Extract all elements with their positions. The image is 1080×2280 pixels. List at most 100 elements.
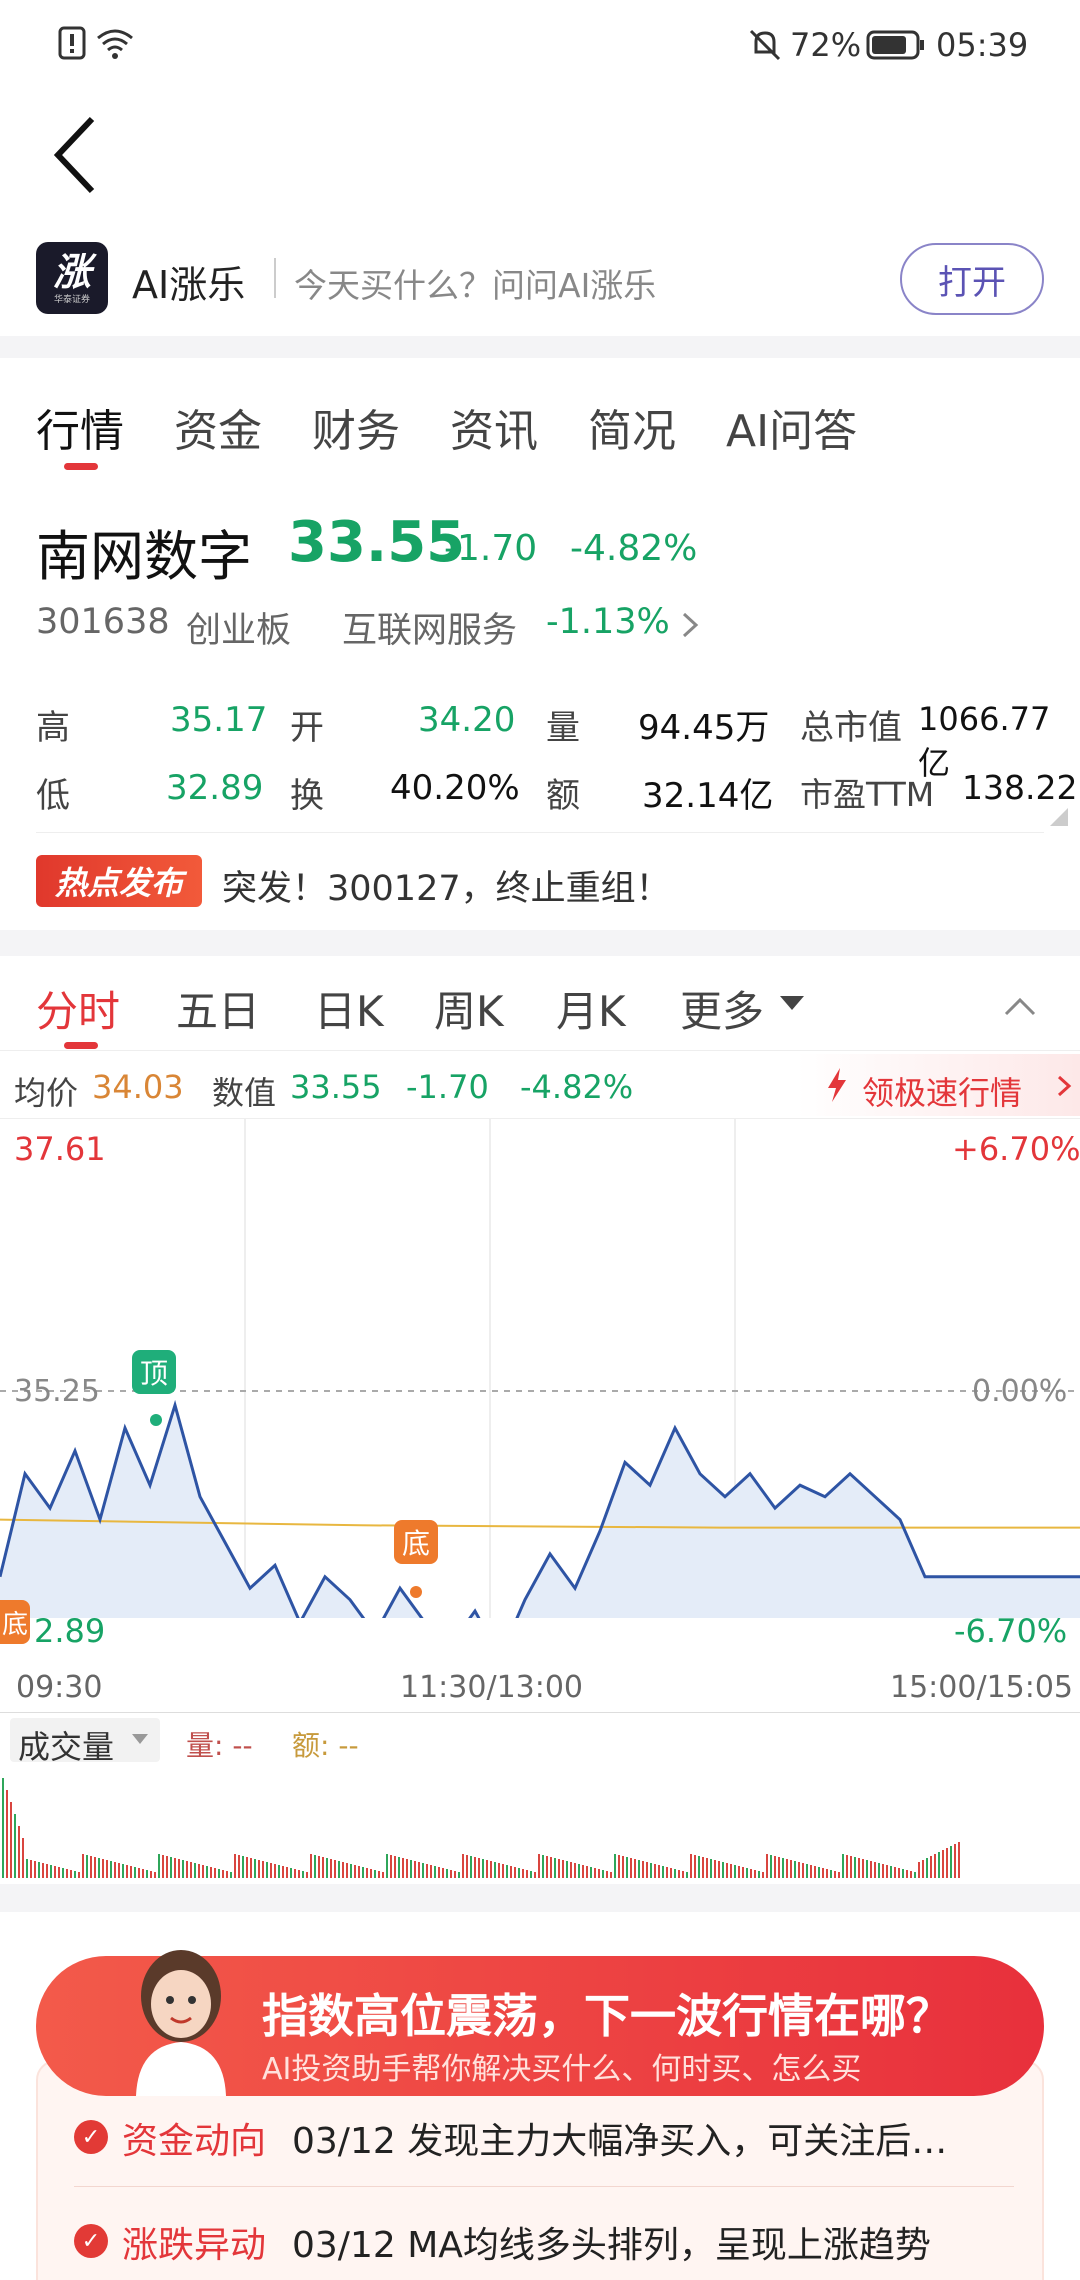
lightning-icon [828, 1068, 846, 1102]
volume-bar [506, 1865, 508, 1878]
volume-bar [598, 1869, 600, 1878]
tab-market[interactable]: 行情 [36, 395, 124, 459]
volume-bar [366, 1868, 368, 1878]
sector-name[interactable]: 互联网服务 [342, 602, 517, 653]
collapse-chevron-icon[interactable] [1004, 994, 1036, 1016]
news-text-2[interactable]: 03/12 MA均线多头排列，呈现上涨趋势 [292, 2216, 931, 2268]
volume-bar [938, 1852, 940, 1878]
mute-bell-icon [749, 29, 781, 61]
volume-bar [478, 1858, 480, 1878]
chevron-right-icon[interactable] [1056, 1074, 1072, 1098]
volume-bar [678, 1870, 680, 1878]
pct-bot-label: -6.70% [954, 1612, 1068, 1650]
volume-bar [942, 1850, 944, 1878]
volume-bar [570, 1862, 572, 1878]
volume-bar [918, 1862, 920, 1878]
tab-profile[interactable]: 简况 [588, 395, 676, 459]
volume-bar [26, 1859, 28, 1878]
volume-bar [782, 1858, 784, 1878]
tab-weekly-k[interactable]: 周K [434, 978, 504, 1039]
dropdown-arrow-icon[interactable] [780, 996, 804, 1012]
volume-bar [126, 1865, 128, 1878]
back-arrow-icon[interactable] [50, 115, 100, 195]
tab-intraday[interactable]: 分时 [36, 978, 120, 1039]
volume-bar [726, 1863, 728, 1878]
volume-bar [282, 1866, 284, 1878]
volume-bar [702, 1857, 704, 1878]
volume-bar [810, 1865, 812, 1878]
tab-ai-qa[interactable]: AI问答 [726, 395, 857, 459]
chevron-right-icon[interactable] [680, 610, 700, 640]
volume-bar [46, 1864, 48, 1878]
separator [0, 1884, 1080, 1912]
volume-bar [646, 1862, 648, 1878]
volume-bar [498, 1863, 500, 1878]
news-text-1[interactable]: 03/12 发现主力大幅净买入，可关注后… [292, 2112, 947, 2164]
volume-chart[interactable] [0, 1760, 1080, 1880]
volume-bar [706, 1858, 708, 1878]
tab-more[interactable]: 更多 [680, 978, 764, 1039]
tab-funds[interactable]: 资金 [174, 395, 262, 459]
app-name: AI涨乐 [132, 263, 246, 307]
volume-bar [298, 1870, 300, 1878]
volume-bar [214, 1868, 216, 1878]
volume-bar [374, 1870, 376, 1878]
volume-bar [174, 1858, 176, 1878]
divider [0, 1712, 1080, 1713]
volume-bar [162, 1855, 164, 1878]
volume-bar [410, 1860, 412, 1878]
volume-bar [94, 1857, 96, 1878]
dropdown-arrow-icon[interactable] [132, 1734, 148, 1746]
volume-bar [778, 1857, 780, 1878]
hot-news-text[interactable]: 突发！300127，终止重组！ [222, 860, 671, 911]
active-chart-tab-indicator [64, 1042, 98, 1049]
volume-bar [398, 1857, 400, 1878]
change-pct-value: -4.82% [520, 1068, 634, 1106]
volume-bar [718, 1861, 720, 1878]
volume-bar [574, 1863, 576, 1878]
volume-bar [286, 1867, 288, 1878]
volume-bar [578, 1864, 580, 1878]
volume-bar [582, 1865, 584, 1878]
volume-bar [754, 1870, 756, 1878]
volume-bar [382, 1872, 384, 1878]
volume-bar [454, 1871, 456, 1878]
tab-finance[interactable]: 财务 [312, 395, 400, 459]
volume-bar [662, 1866, 664, 1878]
expand-corner-icon[interactable] [1050, 808, 1068, 826]
volume-bar [618, 1855, 620, 1878]
tab-five-day[interactable]: 五日 [176, 978, 260, 1039]
volume-bar [470, 1856, 472, 1878]
sector-pct[interactable]: -1.13% [546, 602, 670, 642]
volume-bar [474, 1857, 476, 1878]
volume-bar [166, 1856, 168, 1878]
volume-bar [154, 1872, 156, 1878]
volume-bar [242, 1856, 244, 1878]
volume-bar [862, 1859, 864, 1878]
value-label: 数值 [212, 1074, 277, 1112]
volume-bar [426, 1864, 428, 1878]
news-tag-2: 涨跌异动 [122, 2225, 267, 2266]
pct-top-label: +6.70% [952, 1130, 1080, 1168]
app-logo[interactable]: 涨 华泰证券 [36, 242, 108, 314]
volume-bar [262, 1861, 264, 1878]
volume-bar [402, 1858, 404, 1878]
fast-quote-label[interactable]: 领极速行情 [862, 1068, 1022, 1114]
volume-bar [842, 1854, 844, 1878]
volume-bar [234, 1854, 236, 1878]
volume-bar [186, 1861, 188, 1878]
tab-daily-k[interactable]: 日K [314, 978, 384, 1039]
volume-bar [670, 1868, 672, 1878]
volume-bar [850, 1856, 852, 1878]
volume-bar [902, 1869, 904, 1878]
tab-monthly-k[interactable]: 月K [556, 978, 626, 1039]
volume-bar [510, 1866, 512, 1878]
volume-bar [42, 1863, 44, 1878]
volume-bar [250, 1858, 252, 1878]
volume-bar [958, 1842, 960, 1878]
volume-bar [218, 1869, 220, 1878]
tab-news[interactable]: 资讯 [450, 395, 538, 459]
open-app-button[interactable]: 打开 [900, 243, 1044, 315]
stock-price: 33.55 [288, 510, 466, 575]
divider [274, 258, 276, 298]
